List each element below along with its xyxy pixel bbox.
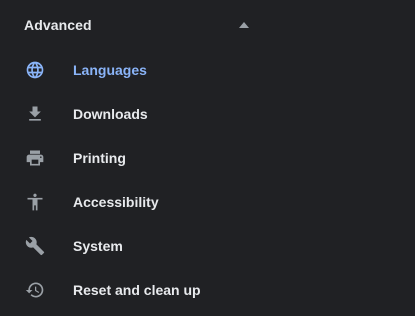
sidebar-item-accessibility[interactable]: Accessibility [0, 180, 300, 224]
globe-icon [24, 59, 46, 81]
accessibility-icon [24, 191, 46, 213]
sidebar-item-printing[interactable]: Printing [0, 136, 300, 180]
sidebar-item-reset-and-clean-up[interactable]: Reset and clean up [0, 268, 300, 312]
advanced-menu: Languages Downloads Printing Accessibili… [0, 48, 300, 312]
sidebar-item-label: Downloads [73, 106, 148, 122]
sidebar-item-label: Reset and clean up [73, 282, 201, 298]
sidebar-item-label: System [73, 238, 123, 254]
sidebar-item-label: Languages [73, 62, 147, 78]
advanced-section-header[interactable]: Advanced [0, 0, 270, 50]
download-icon [24, 103, 46, 125]
triangle-up-icon[interactable] [234, 19, 254, 31]
sidebar-item-downloads[interactable]: Downloads [0, 92, 300, 136]
settings-sidebar: Advanced Languages Downloads Printing Ac… [0, 0, 415, 316]
printer-icon [24, 147, 46, 169]
sidebar-item-system[interactable]: System [0, 224, 300, 268]
sidebar-item-languages[interactable]: Languages [0, 48, 300, 92]
wrench-icon [24, 235, 46, 257]
sidebar-item-label: Printing [73, 150, 126, 166]
section-title: Advanced [24, 17, 92, 33]
history-icon [24, 279, 46, 301]
sidebar-item-label: Accessibility [73, 194, 159, 210]
